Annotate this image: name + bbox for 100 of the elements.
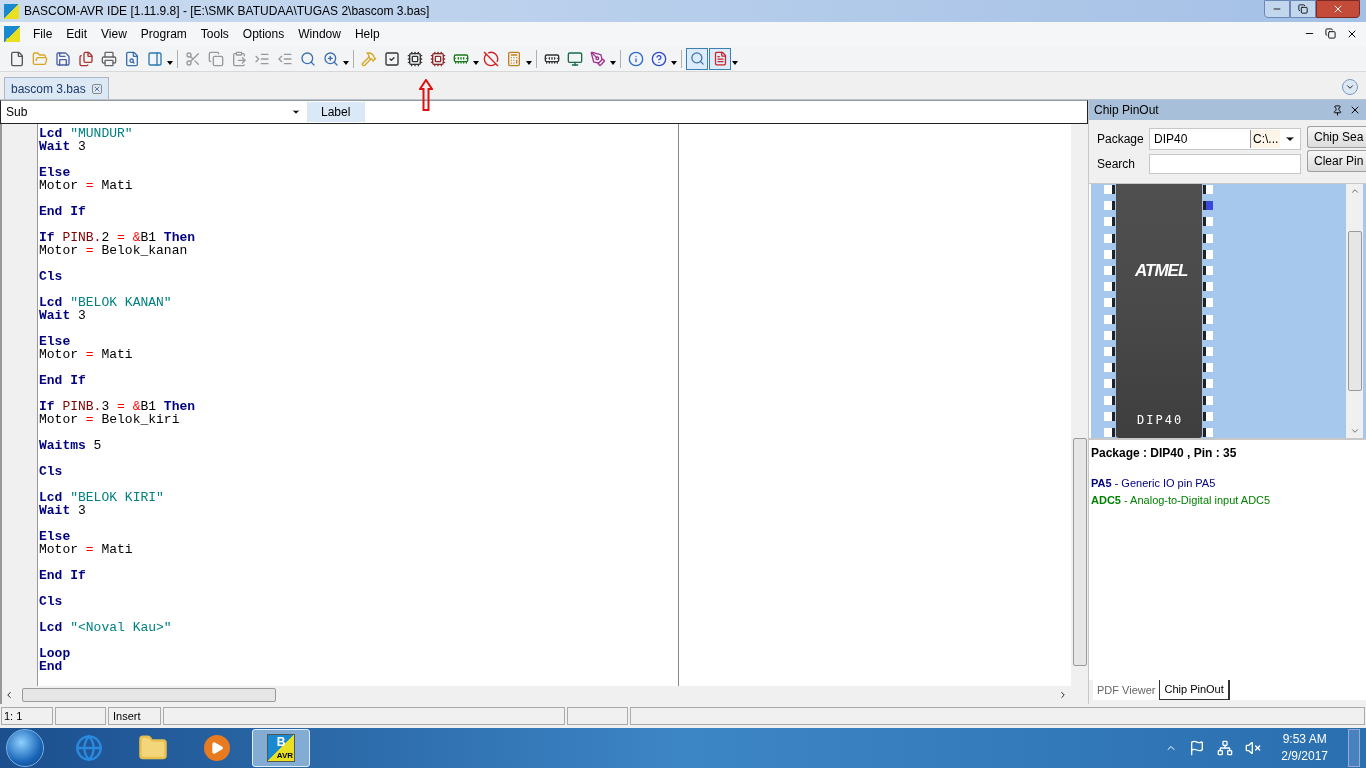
pin[interactable] xyxy=(1203,314,1213,324)
search-field[interactable] xyxy=(1149,154,1301,174)
cut-icon xyxy=(185,50,201,67)
pin[interactable] xyxy=(1203,185,1213,194)
dropdown-caret-icon[interactable] xyxy=(671,60,677,65)
menu-item[interactable]: Program xyxy=(133,25,194,43)
pin[interactable] xyxy=(1104,347,1115,356)
start-button[interactable] xyxy=(6,729,44,767)
app-icon xyxy=(4,3,19,19)
chip-icon xyxy=(407,50,423,67)
pin[interactable] xyxy=(1104,330,1115,340)
pin[interactable] xyxy=(1203,266,1213,275)
close-icon[interactable] xyxy=(1346,28,1358,40)
pin[interactable] xyxy=(1203,282,1213,292)
dropdown-caret-icon[interactable] xyxy=(343,60,349,65)
scroll-right-icon[interactable] xyxy=(1058,690,1068,700)
scroll-down-icon[interactable] xyxy=(1349,426,1360,436)
window-title: BASCOM-AVR IDE [1.11.9.8] - [E:\SMK BATUDAA\TUGAS 2\bascom 3.bas] xyxy=(24,3,430,20)
scroll-up-icon[interactable] xyxy=(1349,186,1360,196)
code-line: Lcd "MUNDUR" xyxy=(39,127,133,140)
pin[interactable] xyxy=(1104,428,1115,437)
menu-item[interactable]: File xyxy=(26,25,60,43)
code-line: Motor = Mati xyxy=(39,348,133,361)
menu-item[interactable]: Tools xyxy=(193,25,236,43)
close-button[interactable] xyxy=(1316,0,1360,18)
scrollbar-thumb[interactable] xyxy=(1347,231,1362,391)
pin[interactable] xyxy=(1104,201,1115,211)
menu-item[interactable]: View xyxy=(94,25,134,43)
panel-button[interactable]: Chip Sea xyxy=(1307,126,1366,148)
code-line: Wait 3 xyxy=(39,504,86,517)
taskbar-button[interactable]: B AVR xyxy=(252,729,310,767)
close-icon[interactable] xyxy=(1349,104,1361,116)
pin[interactable] xyxy=(1203,379,1213,389)
pin[interactable] xyxy=(1203,298,1213,308)
dropdown-caret-icon[interactable] xyxy=(732,60,738,65)
dropdown-caret-icon[interactable] xyxy=(610,60,616,65)
clock[interactable]: 9:53 AM 2/9/2017 xyxy=(1281,731,1328,765)
file-search-icon xyxy=(124,50,140,67)
maximize-button[interactable] xyxy=(1290,0,1316,18)
panel-tab[interactable]: PDF Viewer xyxy=(1093,680,1160,700)
pin[interactable] xyxy=(1104,298,1115,308)
pin[interactable] xyxy=(1203,395,1213,405)
chevron-down-icon xyxy=(1345,82,1355,92)
menu-item[interactable]: Edit xyxy=(59,25,95,43)
pin[interactable] xyxy=(1104,217,1115,227)
zoom-toggle-button[interactable] xyxy=(686,47,708,70)
code-line: Motor = Mati xyxy=(39,543,133,556)
dropdown-caret-icon[interactable] xyxy=(526,60,532,65)
pin[interactable] xyxy=(1203,428,1213,437)
scroll-left-icon[interactable] xyxy=(4,690,14,700)
network-icon[interactable] xyxy=(1217,740,1234,756)
pin[interactable] xyxy=(1104,266,1115,275)
menu-item[interactable]: Window xyxy=(291,25,348,43)
panel-button[interactable]: Clear Pin xyxy=(1307,150,1366,172)
code-line: Else xyxy=(39,335,71,348)
pin[interactable] xyxy=(1203,201,1213,211)
editor-tab[interactable]: bascom 3.bas xyxy=(4,77,109,99)
help-icon xyxy=(651,50,667,67)
pin[interactable] xyxy=(1104,233,1115,243)
pin-icon[interactable] xyxy=(1332,104,1343,116)
package-select[interactable]: DIP40 C:\... xyxy=(1149,128,1301,150)
pdf-toggle-button[interactable] xyxy=(709,47,731,70)
pin[interactable] xyxy=(1203,233,1213,243)
panel-tab[interactable]: Chip PinOut xyxy=(1159,680,1229,700)
package-label: Package xyxy=(1097,131,1145,148)
pin[interactable] xyxy=(1104,363,1115,373)
pin[interactable] xyxy=(1203,249,1213,259)
pin[interactable] xyxy=(1104,395,1115,405)
pin[interactable] xyxy=(1203,411,1213,421)
dropdown-caret-icon[interactable] xyxy=(167,60,173,65)
pin-function: ADC5 - Analog-to-Digital input ADC5 xyxy=(1091,492,1272,508)
scrollbar-thumb[interactable] xyxy=(22,688,276,702)
pin[interactable] xyxy=(1104,314,1115,324)
pin[interactable] xyxy=(1203,363,1213,373)
minimize-button[interactable] xyxy=(1264,0,1290,18)
pin[interactable] xyxy=(1104,282,1115,292)
restore-icon[interactable] xyxy=(1325,28,1336,39)
menu-item[interactable]: Help xyxy=(347,25,387,43)
pin[interactable] xyxy=(1104,249,1115,259)
code-line: Else xyxy=(39,530,71,543)
stop-icon xyxy=(483,50,499,67)
play-icon xyxy=(210,741,224,755)
scrollbar[interactable] xyxy=(1346,184,1363,438)
menu-item[interactable]: Options xyxy=(235,25,292,43)
cursor-position: 1: 1 xyxy=(1,707,53,725)
code-line: Motor = Mati xyxy=(39,179,133,192)
dropdown-caret-icon[interactable] xyxy=(291,107,301,117)
speaker-muted-icon[interactable] xyxy=(1245,740,1262,756)
tabs-menu-button[interactable] xyxy=(1342,79,1358,95)
pin[interactable] xyxy=(1203,330,1213,340)
pin[interactable] xyxy=(1203,217,1213,227)
pin[interactable] xyxy=(1104,411,1115,421)
panel-title: Chip PinOut xyxy=(1094,102,1159,119)
pin[interactable] xyxy=(1104,379,1115,389)
pin[interactable] xyxy=(1104,185,1115,194)
flag-icon[interactable] xyxy=(1189,740,1206,756)
dropdown-caret-icon[interactable] xyxy=(473,60,479,65)
pin[interactable] xyxy=(1203,347,1213,356)
scrollbar[interactable] xyxy=(1071,124,1088,686)
scrollbar-thumb[interactable] xyxy=(1072,438,1087,666)
